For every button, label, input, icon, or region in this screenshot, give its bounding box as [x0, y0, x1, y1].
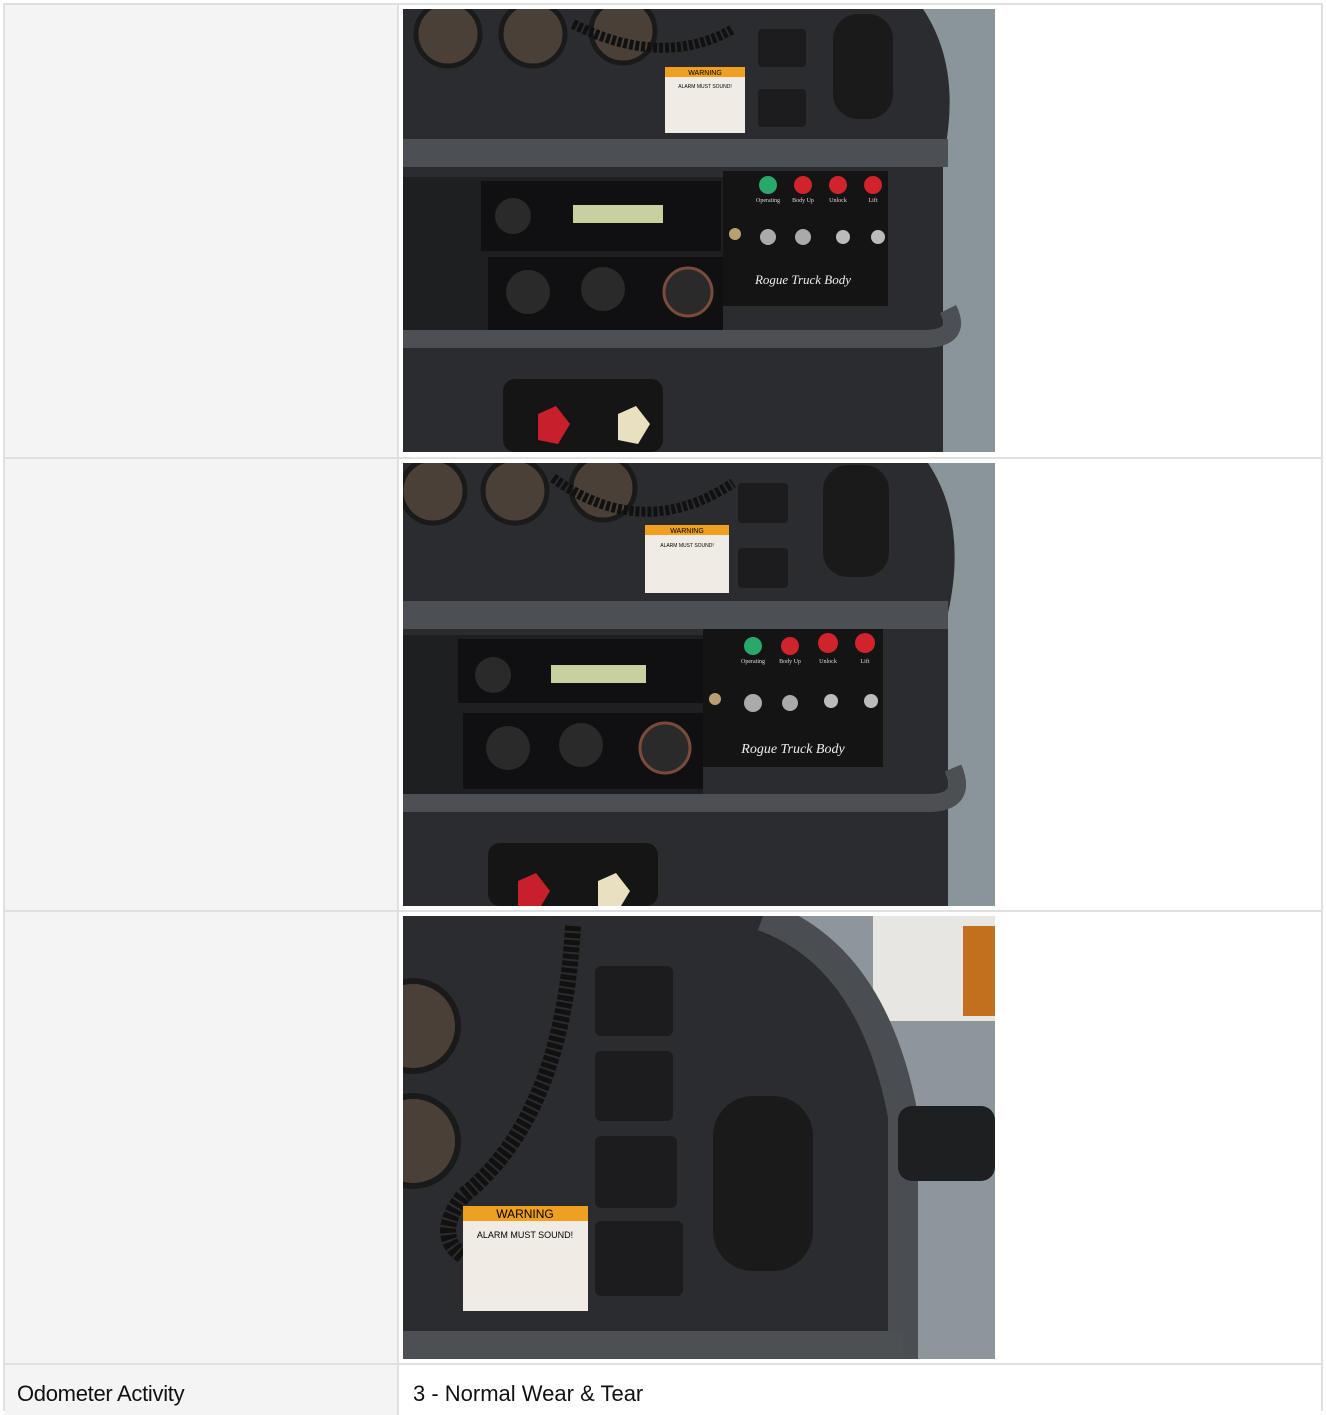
row-label-cell	[5, 459, 399, 910]
photo-row: WARNING ALARM MUST SOUND!	[5, 912, 1321, 1365]
warning-title: WARNING	[496, 1207, 554, 1221]
dashboard-photo[interactable]: WARNING ALARM MUST SOUND!	[403, 463, 995, 906]
warning-title: WARNING	[670, 528, 704, 535]
row-label-cell	[5, 912, 399, 1363]
panel-label-operating: Operating	[741, 659, 765, 665]
panel-label-operating: Operating	[756, 198, 780, 204]
warning-subtitle: ALARM MUST SOUND!	[477, 1230, 573, 1240]
panel-label-body-up: Body Up	[792, 198, 814, 204]
photo-cell: WARNING ALARM MUST SOUND!	[399, 912, 1321, 1363]
panel-brand: Rogue Truck Body	[754, 272, 851, 287]
panel-label-lift: Lift	[869, 197, 878, 204]
dashboard-photo[interactable]: WARNING ALARM MUST SOUND!	[403, 9, 995, 452]
odometer-label-cell: Odometer Activity	[5, 1365, 399, 1415]
photo-cell: WARNING ALARM MUST SOUND!	[399, 5, 1321, 457]
photo-cell: WARNING ALARM MUST SOUND!	[399, 459, 1321, 910]
inspection-table: WARNING ALARM MUST SOUND! Operating Body…	[3, 3, 1323, 1415]
dashboard-photo[interactable]: WARNING ALARM MUST SOUND!	[403, 916, 995, 1359]
panel-label-unlock: Unlock	[819, 659, 837, 665]
warning-title: WARNING	[688, 70, 722, 77]
photo-row: WARNING ALARM MUST SOUND!	[5, 5, 1321, 459]
row-label-cell	[5, 5, 399, 457]
panel-label-body-up: Body Up	[779, 659, 801, 665]
odometer-label: Odometer Activity	[17, 1381, 185, 1406]
odometer-row: Odometer Activity 3 - Normal Wear & Tear	[5, 1365, 1321, 1415]
panel-label-unlock: Unlock	[829, 198, 847, 204]
odometer-value-cell: 3 - Normal Wear & Tear	[399, 1365, 1321, 1415]
panel-brand: Rogue Truck Body	[740, 742, 845, 757]
warning-subtitle: ALARM MUST SOUND!	[660, 543, 714, 549]
odometer-value: 3 - Normal Wear & Tear	[413, 1381, 644, 1406]
photo-row: WARNING ALARM MUST SOUND!	[5, 459, 1321, 912]
warning-subtitle: ALARM MUST SOUND!	[678, 84, 732, 90]
panel-label-lift: Lift	[861, 658, 870, 665]
